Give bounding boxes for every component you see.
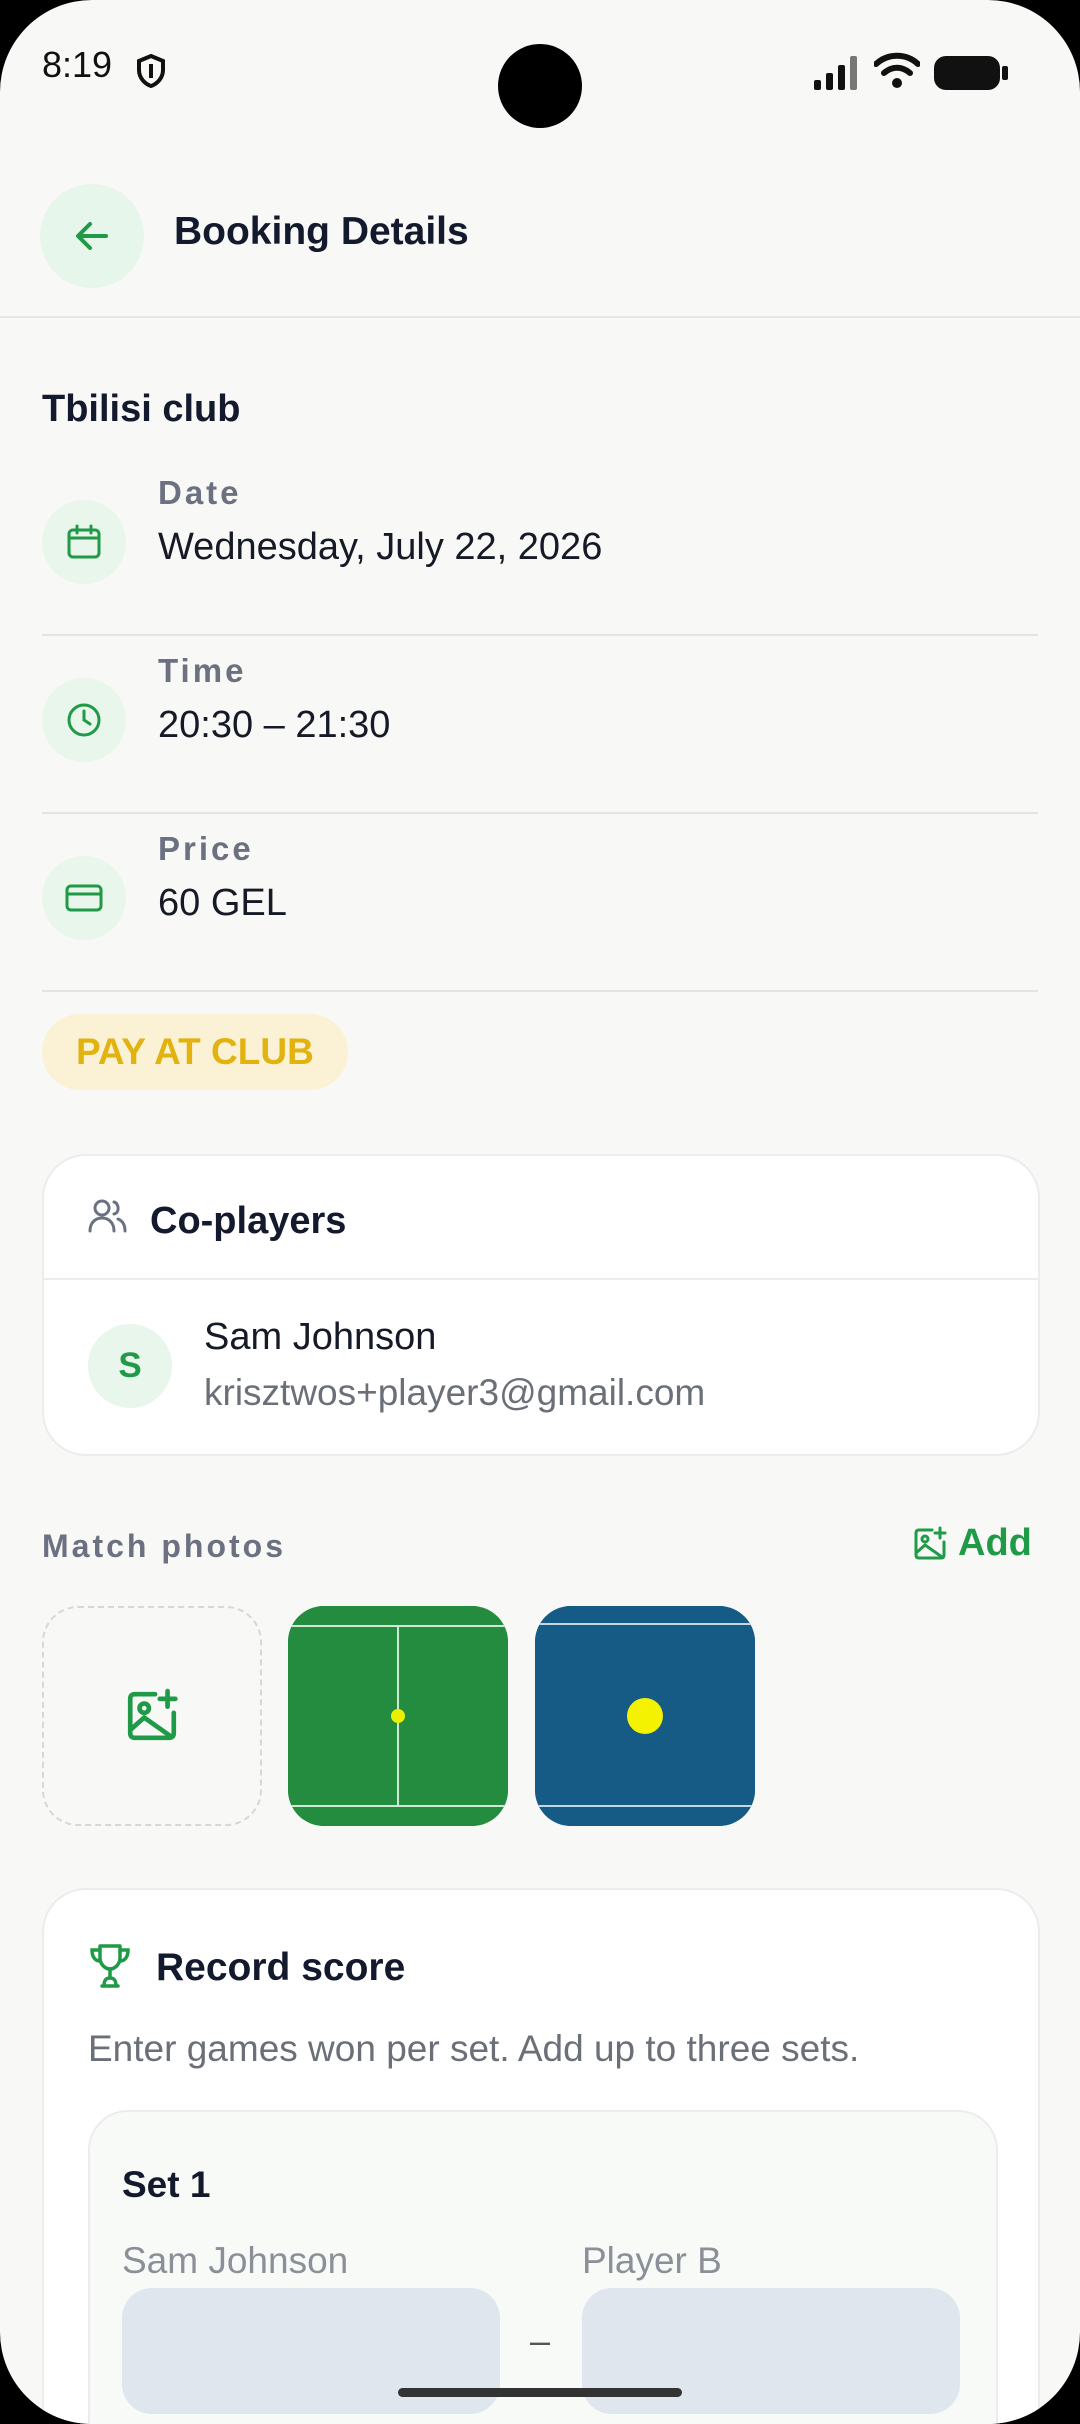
wifi-icon: [873, 52, 921, 95]
image-plus-icon: [127, 1688, 178, 1741]
record-score-description: Enter games won per set. Add up to three…: [88, 2028, 860, 2069]
home-indicator[interactable]: [398, 2388, 682, 2397]
image-plus-icon: [914, 1526, 947, 1559]
divider: [42, 812, 1038, 814]
header-divider: [0, 316, 1080, 318]
payment-status-badge: PAY AT CLUB: [42, 1014, 348, 1090]
set-card: Set 1 Sam Johnson Player B –: [88, 2110, 998, 2424]
shield-icon: [136, 53, 166, 93]
battery-icon: [934, 56, 1008, 95]
score-separator: –: [530, 2320, 551, 2361]
add-photo-button[interactable]: Add: [912, 1522, 1032, 1565]
record-score-title: Record score: [156, 1946, 406, 1989]
coplayer-email: krisztwos+player3@gmail.com: [204, 1372, 706, 1413]
back-button[interactable]: [40, 184, 144, 288]
record-score-card: Record score Enter games won per set. Ad…: [42, 1888, 1040, 2424]
set-title: Set 1: [122, 2164, 211, 2205]
coplayers-title: Co-players: [150, 1200, 347, 1242]
coplayers-card: Co-players S Sam Johnson krisztwos+playe…: [42, 1154, 1040, 1456]
screen: 8:19 Booking Details Tbilisi club Date W…: [0, 0, 1080, 2424]
date-row: Date Wednesday, July 22, 2026: [42, 460, 1038, 636]
time-label: Time: [158, 652, 247, 689]
clock-icon: [42, 678, 126, 762]
player-b-label: Player B: [582, 2240, 722, 2281]
club-name: Tbilisi club: [42, 388, 241, 430]
time-value: 20:30 – 21:30: [158, 704, 391, 746]
divider: [42, 634, 1038, 636]
signal-icon: [814, 56, 860, 95]
status-time: 8:19: [42, 44, 113, 85]
match-photo-thumbnail[interactable]: [288, 1606, 508, 1826]
arrow-left-icon: [76, 222, 108, 250]
front-camera: [498, 44, 582, 128]
date-value: Wednesday, July 22, 2026: [158, 526, 603, 568]
price-value: 60 GEL: [158, 882, 287, 924]
add-photo-label: Add: [958, 1522, 1032, 1564]
trophy-icon: [88, 1942, 132, 1995]
avatar: S: [88, 1324, 172, 1408]
calendar-icon: [42, 500, 126, 584]
page-title: Booking Details: [174, 210, 469, 253]
price-label: Price: [158, 830, 254, 867]
coplayer-name: Sam Johnson: [204, 1316, 437, 1358]
add-photo-tile[interactable]: [42, 1606, 262, 1826]
divider: [42, 990, 1038, 992]
credit-card-icon: [42, 856, 126, 940]
date-label: Date: [158, 474, 242, 511]
divider: [44, 1278, 1038, 1280]
time-row: Time 20:30 – 21:30: [42, 638, 1038, 814]
player-a-label: Sam Johnson: [122, 2240, 349, 2281]
match-photos-title: Match photos: [42, 1528, 286, 1564]
users-icon: [88, 1198, 128, 1239]
match-photo-thumbnail[interactable]: [535, 1606, 755, 1826]
price-row: Price 60 GEL: [42, 816, 1038, 992]
